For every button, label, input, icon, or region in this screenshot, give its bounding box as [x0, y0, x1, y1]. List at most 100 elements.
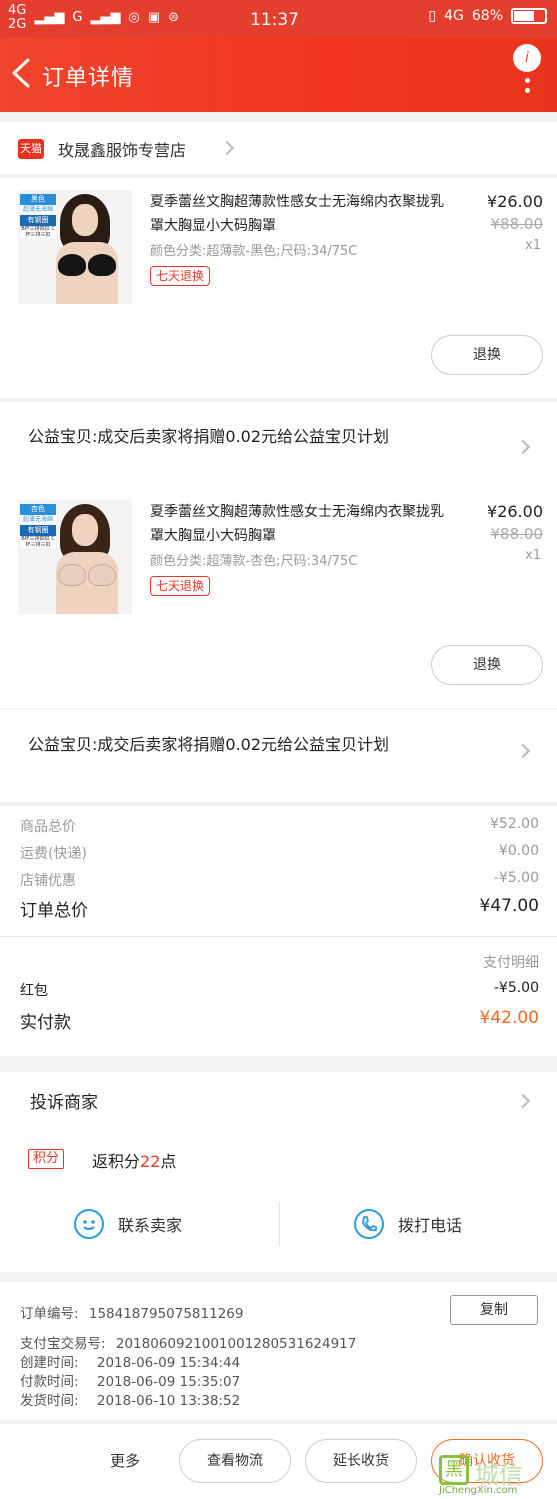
view-logistics-button[interactable]: 查看物流 [179, 1439, 291, 1483]
paid-label: 实付款 [20, 1013, 71, 1033]
model-face [72, 514, 98, 546]
charity-row[interactable]: 公益宝贝:成交后卖家将捐赠0.02元给公益宝贝计划 [0, 710, 557, 802]
product-thumbnail[interactable]: 杏色 超薄无海绵 有钢圈 B杯三排四扣 C杯三排三扣 [18, 500, 132, 614]
order-total-value: ¥47.00 [479, 896, 539, 916]
bra-left-cup [58, 254, 86, 276]
call-label: 拨打电话 [398, 1216, 463, 1235]
paid-time-row: 付款时间: 2018-06-09 15:35:07 [20, 1370, 240, 1390]
more-button[interactable]: 更多 [110, 1450, 140, 1471]
order-info: 订单编号: 158418795075811269 复制 支付宝交易号: 2018… [0, 1282, 557, 1420]
chevron-right-icon [515, 439, 531, 455]
back-arrow-icon[interactable] [10, 58, 32, 88]
discount-row: 店铺优惠 -¥5.00 [20, 870, 539, 890]
chat-face-icon [74, 1209, 104, 1239]
charity-text: 公益宝贝:成交后卖家将捐赠0.02元给公益宝贝计划 [28, 427, 390, 446]
battery-percent: 68% [471, 8, 503, 24]
product-spec: 颜色分类:超薄款-杏色;尺码:34/75C [150, 554, 358, 569]
item-price: ¥26.00 [487, 192, 543, 211]
shipped-time-row: 发货时间: 2018-06-10 13:38:52 [20, 1389, 240, 1409]
notice-badge: i [513, 44, 541, 72]
order-total-row: 订单总价 ¥47.00 [20, 896, 539, 921]
goods-total-row: 商品总价 ¥52.00 [20, 816, 539, 836]
product-spec: 颜色分类:超薄款-黑色;尺码:34/75C [150, 244, 358, 259]
more-dot-icon [525, 88, 530, 93]
charity-row[interactable]: 公益宝贝:成交后卖家将捐赠0.02元给公益宝贝计划 [0, 402, 557, 494]
divider [279, 1202, 280, 1246]
tmall-logo: 天猫 [18, 139, 44, 159]
points-suffix: 点 [160, 1152, 177, 1171]
status-right: ▯ 4G 68% [428, 8, 547, 24]
bra-left-cup [58, 564, 86, 586]
battery-icon [511, 8, 547, 24]
red-packet-row: 红包 -¥5.00 [20, 980, 539, 1000]
goods-total-label: 商品总价 [20, 819, 76, 835]
bottom-action-bar: 更多 查看物流 延长收货 确认收货 黑 城信 JiChengXin.com [0, 1424, 557, 1499]
product-title[interactable]: 夏季蕾丝文胸超薄款性感女士无海绵内衣聚拢乳罩大胸显小大码胸罩 [150, 190, 450, 238]
shipping-value: ¥0.00 [498, 843, 539, 859]
item-quantity: x1 [525, 548, 541, 563]
more-menu-button[interactable]: i [513, 44, 543, 104]
paid-time-label: 付款时间: [20, 1374, 79, 1390]
points-badge: 积分 [28, 1149, 65, 1169]
order-number-label: 订单编号: [20, 1306, 79, 1322]
notification-icon: ◎ [128, 10, 140, 25]
order-total-label: 订单总价 [20, 901, 88, 921]
points-text: 返积分22点 [92, 1148, 176, 1172]
points-value: 22 [140, 1152, 161, 1171]
network-indicators: 4G 2G ▂▄▆ G ▂▄▆ ◎ ▣ ⊜ [8, 4, 179, 32]
discount-label: 店铺优惠 [20, 873, 76, 889]
bra-right-cup [88, 564, 116, 586]
shop-name[interactable]: 玫晟鑫服饰专营店 [58, 137, 186, 161]
bra-right-cup [88, 254, 116, 276]
signal-icon: ▂▄▆ [34, 10, 65, 25]
clock: 11:37 [250, 10, 299, 30]
product-title[interactable]: 夏季蕾丝文胸超薄款性感女士无海绵内衣聚拢乳罩大胸显小大码胸罩 [150, 500, 450, 548]
item-quantity: x1 [525, 238, 541, 253]
contact-seller-button[interactable]: 联系卖家 [74, 1200, 182, 1248]
complain-seller-link[interactable]: 投诉商家 [30, 1088, 98, 1113]
alipay-number-label: 支付宝交易号: [20, 1336, 106, 1352]
call-button[interactable]: 拨打电话 [354, 1200, 462, 1248]
copy-button[interactable]: 复制 [450, 1295, 538, 1325]
order-number-row: 订单编号: 158418795075811269 [20, 1302, 243, 1322]
paid-time: 2018-06-09 15:35:07 [96, 1374, 241, 1390]
signal-icon-2: ▂▄▆ [90, 10, 121, 25]
order-item: 杏色 超薄无海绵 有钢圈 B杯三排四扣 C杯三排三扣 夏季蕾丝文胸超薄款性感女士… [0, 488, 557, 708]
payment-detail-row: 支付明细 [20, 952, 539, 972]
watermark-url: JiChengXin.com [439, 1485, 518, 1496]
created-time: 2018-06-09 15:34:44 [96, 1355, 241, 1371]
color-tag: 杏色 超薄无海绵 有钢圈 B杯三排四扣 C杯三排三扣 [20, 504, 56, 548]
item-price: ¥26.00 [487, 502, 543, 521]
title-bar: 订单详情 i [0, 38, 557, 112]
storage-icon: ⊜ [168, 10, 179, 25]
discount-value: -¥5.00 [493, 870, 539, 886]
original-price: ¥88.00 [490, 215, 544, 233]
charity-text: 公益宝贝:成交后卖家将捐赠0.02元给公益宝贝计划 [28, 735, 390, 754]
refund-exchange-button[interactable]: 退换 [431, 335, 543, 375]
model-face [72, 204, 98, 236]
network-g: G [72, 10, 83, 25]
watermark-logo: 黑 城信 JiChengXin.com [437, 1451, 555, 1497]
order-item: 黑色 超薄无海绵 有钢圈 B杯三排四扣 C杯三排三扣 夏季蕾丝文胸超薄款性感女士… [0, 178, 557, 398]
created-time-row: 创建时间: 2018-06-09 15:34:44 [20, 1351, 240, 1371]
extend-receipt-button[interactable]: 延长收货 [305, 1439, 417, 1483]
shipped-time-label: 发货时间: [20, 1393, 79, 1409]
shop-row[interactable]: 天猫 玫晟鑫服饰专营店 [0, 122, 557, 174]
product-thumbnail[interactable]: 黑色 超薄无海绵 有钢圈 B杯三排四扣 C杯三排三扣 [18, 190, 132, 304]
refund-exchange-button[interactable]: 退换 [431, 645, 543, 685]
chevron-right-icon [515, 1093, 531, 1109]
network-4g: 4G [8, 3, 27, 18]
more-dot-icon [525, 78, 530, 83]
network-right: 4G [444, 8, 464, 24]
alipay-number: 2018060921001001280531624917 [115, 1336, 357, 1352]
shipped-time: 2018-06-10 13:38:52 [96, 1393, 241, 1409]
network-2g: 2G [8, 17, 27, 32]
goods-total-value: ¥52.00 [490, 816, 539, 832]
red-packet-value: -¥5.00 [493, 980, 539, 996]
app-icon: ▣ [147, 10, 161, 25]
chevron-right-icon [515, 743, 531, 759]
red-packet-label: 红包 [20, 983, 48, 999]
price-summary: 商品总价 ¥52.00 运费(快递) ¥0.00 店铺优惠 -¥5.00 订单总… [0, 806, 557, 1056]
return-policy-badge: 七天退换 [150, 266, 211, 286]
contact-seller-label: 联系卖家 [118, 1216, 183, 1235]
